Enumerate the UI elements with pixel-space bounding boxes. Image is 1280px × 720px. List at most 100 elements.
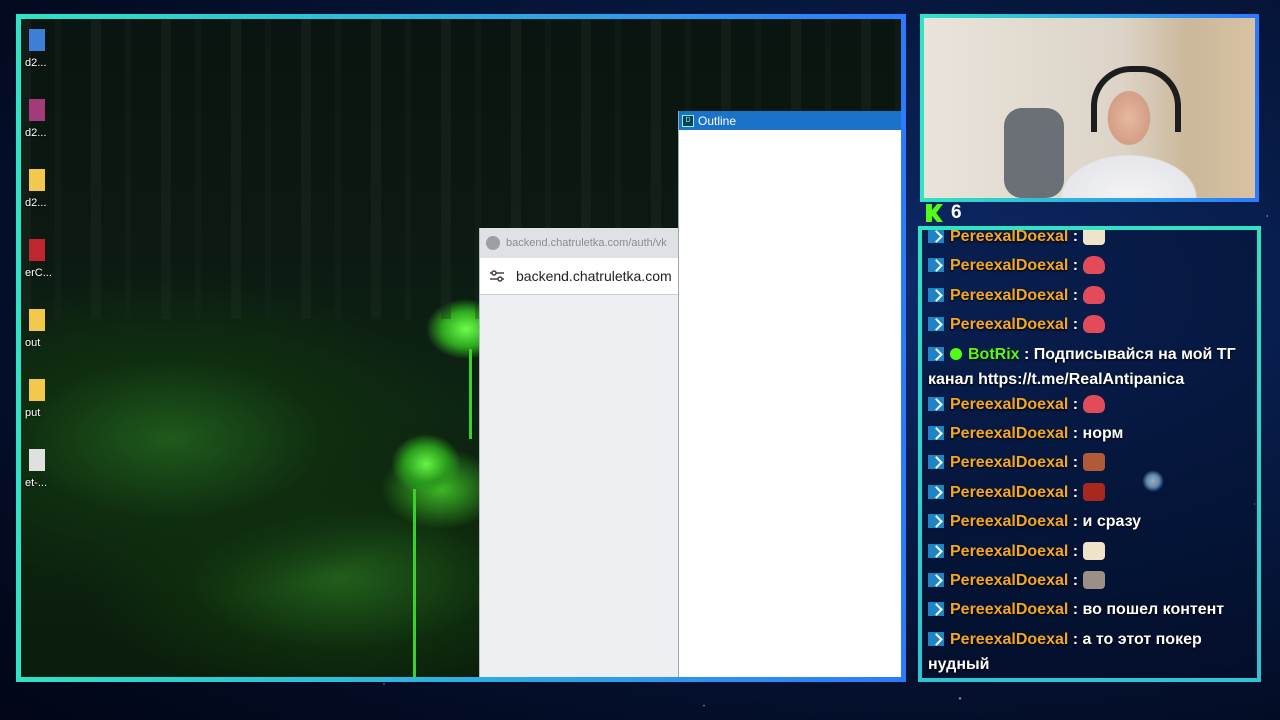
desktop-icon[interactable]: d2... xyxy=(25,99,65,159)
outline-titlebar[interactable]: D Outline xyxy=(679,111,901,130)
sprout-stem xyxy=(469,349,472,439)
document-icon xyxy=(29,449,45,471)
chat-message: PereexalDoexal : xyxy=(928,228,1257,253)
chat-text: норм xyxy=(1082,424,1124,442)
chat-separator: : xyxy=(1068,601,1083,619)
tab-url: backend.chatruletka.com/auth/vk xyxy=(506,237,667,249)
chat-messages: PereexalDoexal : PereexalDoexal : Pereex… xyxy=(928,228,1257,677)
desktop-icon-label: put xyxy=(25,407,41,419)
kick-logo-icon xyxy=(926,204,943,222)
chat-username[interactable]: PereexalDoexal xyxy=(950,425,1068,442)
desktop-icon-label: out xyxy=(25,337,41,349)
desktop: d2... d2... d2... erC... out put et-... backen… xyxy=(21,19,901,677)
desktop-icon-label: et-... xyxy=(25,477,48,489)
outline-app-icon: D xyxy=(682,114,694,127)
chat-separator: : xyxy=(1068,424,1083,442)
chat-username[interactable]: PereexalDoexal xyxy=(950,631,1068,648)
outline-window[interactable]: D Outline xyxy=(678,111,901,677)
chat-badge-icon xyxy=(928,317,944,332)
chat-badge-icon xyxy=(928,572,944,587)
chat-separator: : xyxy=(1068,571,1083,589)
webcam-frame xyxy=(920,14,1259,202)
address-text: backend.chatruletka.com xyxy=(516,268,672,284)
chat-username[interactable]: PereexalDoexal xyxy=(950,601,1068,618)
chat-username[interactable]: PereexalDoexal xyxy=(950,572,1068,589)
chat-badge-icon xyxy=(928,425,944,440)
chat-username[interactable]: PereexalDoexal xyxy=(950,257,1068,274)
chat-message: PereexalDoexal : норм xyxy=(928,421,1257,450)
chat-message: PereexalDoexal : xyxy=(928,539,1257,568)
desktop-icon-label: d2... xyxy=(25,197,47,209)
desktop-icon[interactable]: et-... xyxy=(25,449,65,509)
folder-icon xyxy=(29,379,45,401)
chat-username[interactable]: PereexalDoexal xyxy=(950,287,1068,304)
desktop-icon-label: d2... xyxy=(25,127,47,139)
chat-emote-icon xyxy=(1082,285,1105,304)
chat-message: PereexalDoexal : xyxy=(928,392,1257,421)
browser-window[interactable]: backend.chatruletka.com/auth/vk backend.… xyxy=(479,228,684,677)
chat-message: PereexalDoexal : и сразу xyxy=(928,509,1257,538)
chat-separator: : xyxy=(1068,454,1083,472)
chat-username[interactable]: PereexalDoexal xyxy=(950,396,1068,413)
chat-emote-icon xyxy=(1082,570,1105,589)
chat-badge-icon xyxy=(928,514,944,529)
chat-separator: : xyxy=(1068,395,1083,413)
headset xyxy=(1091,66,1181,132)
chat-emote-icon xyxy=(1082,315,1105,334)
chat-badge-icon xyxy=(928,543,944,558)
chat-badge-icon xyxy=(928,287,944,302)
chat-badge-icon xyxy=(928,258,944,273)
chat-message: PereexalDoexal : во пошел контент xyxy=(928,597,1257,626)
desktop-icon[interactable]: d2... xyxy=(25,29,65,89)
site-settings-icon[interactable] xyxy=(490,270,504,282)
address-bar[interactable]: backend.chatruletka.com xyxy=(480,258,684,295)
desktop-icon[interactable]: out xyxy=(25,309,65,369)
desktop-icon-label: erC... xyxy=(25,267,52,279)
chat-message: PereexalDoexal : xyxy=(928,480,1257,509)
globe-icon xyxy=(486,236,500,250)
chat-separator: : xyxy=(1068,228,1083,245)
chat-username[interactable]: PereexalDoexal xyxy=(950,513,1068,530)
viewer-count: 6 xyxy=(926,202,962,224)
chat-text: и сразу xyxy=(1082,513,1142,531)
chat-separator: : xyxy=(1068,316,1083,334)
browser-tab[interactable]: backend.chatruletka.com/auth/vk xyxy=(480,228,684,258)
desktop-icon[interactable]: put xyxy=(25,379,65,439)
chat-emote-icon xyxy=(1082,256,1105,275)
desktop-icon-label: d2... xyxy=(25,57,47,69)
chat-emote-icon xyxy=(1082,394,1105,413)
chat-badge-icon xyxy=(928,396,944,411)
chat-separator: : xyxy=(1068,483,1083,501)
chat-username[interactable]: PereexalDoexal xyxy=(950,230,1068,245)
chat-username[interactable]: PereexalDoexal xyxy=(950,316,1068,333)
chat-separator: : xyxy=(1068,286,1083,304)
desktop-icon[interactable]: d2... xyxy=(25,169,65,229)
chat-username[interactable]: BotRix xyxy=(968,346,1020,363)
chat-badge-icon xyxy=(928,602,944,617)
chat-message: PereexalDoexal : xyxy=(928,312,1257,341)
folder-icon xyxy=(29,169,45,191)
chat-username[interactable]: PereexalDoexal xyxy=(950,454,1068,471)
chat-username[interactable]: PereexalDoexal xyxy=(950,484,1068,501)
chat-message: PereexalDoexal : xyxy=(928,253,1257,282)
chat-badge-icon xyxy=(928,484,944,499)
outline-title: Outline xyxy=(698,113,737,128)
chat-separator: : xyxy=(1068,542,1083,560)
chat-separator: : xyxy=(1019,345,1034,363)
chat-emote-icon xyxy=(1082,541,1105,560)
chat-message: BotRix : Подписывайся на мой ТГ канал ht… xyxy=(928,342,1257,392)
chair xyxy=(1004,108,1064,198)
chat-username[interactable]: PereexalDoexal xyxy=(950,543,1068,560)
chat-separator: : xyxy=(1068,513,1083,531)
chat-message: PereexalDoexal : а то этот покер нудный xyxy=(928,627,1257,677)
chat-separator: : xyxy=(1068,257,1083,275)
chat-badge-icon xyxy=(928,631,944,646)
webcam-feed xyxy=(924,18,1255,198)
chat-badge-icon xyxy=(928,230,944,243)
sprout-stem xyxy=(413,489,416,677)
d2-shortcut-icon xyxy=(29,29,45,51)
viewer-count-number: 6 xyxy=(951,202,962,223)
desktop-icon[interactable]: erC... xyxy=(25,239,65,299)
verified-bot-icon xyxy=(950,347,962,360)
chat-emote-icon xyxy=(1082,482,1105,501)
